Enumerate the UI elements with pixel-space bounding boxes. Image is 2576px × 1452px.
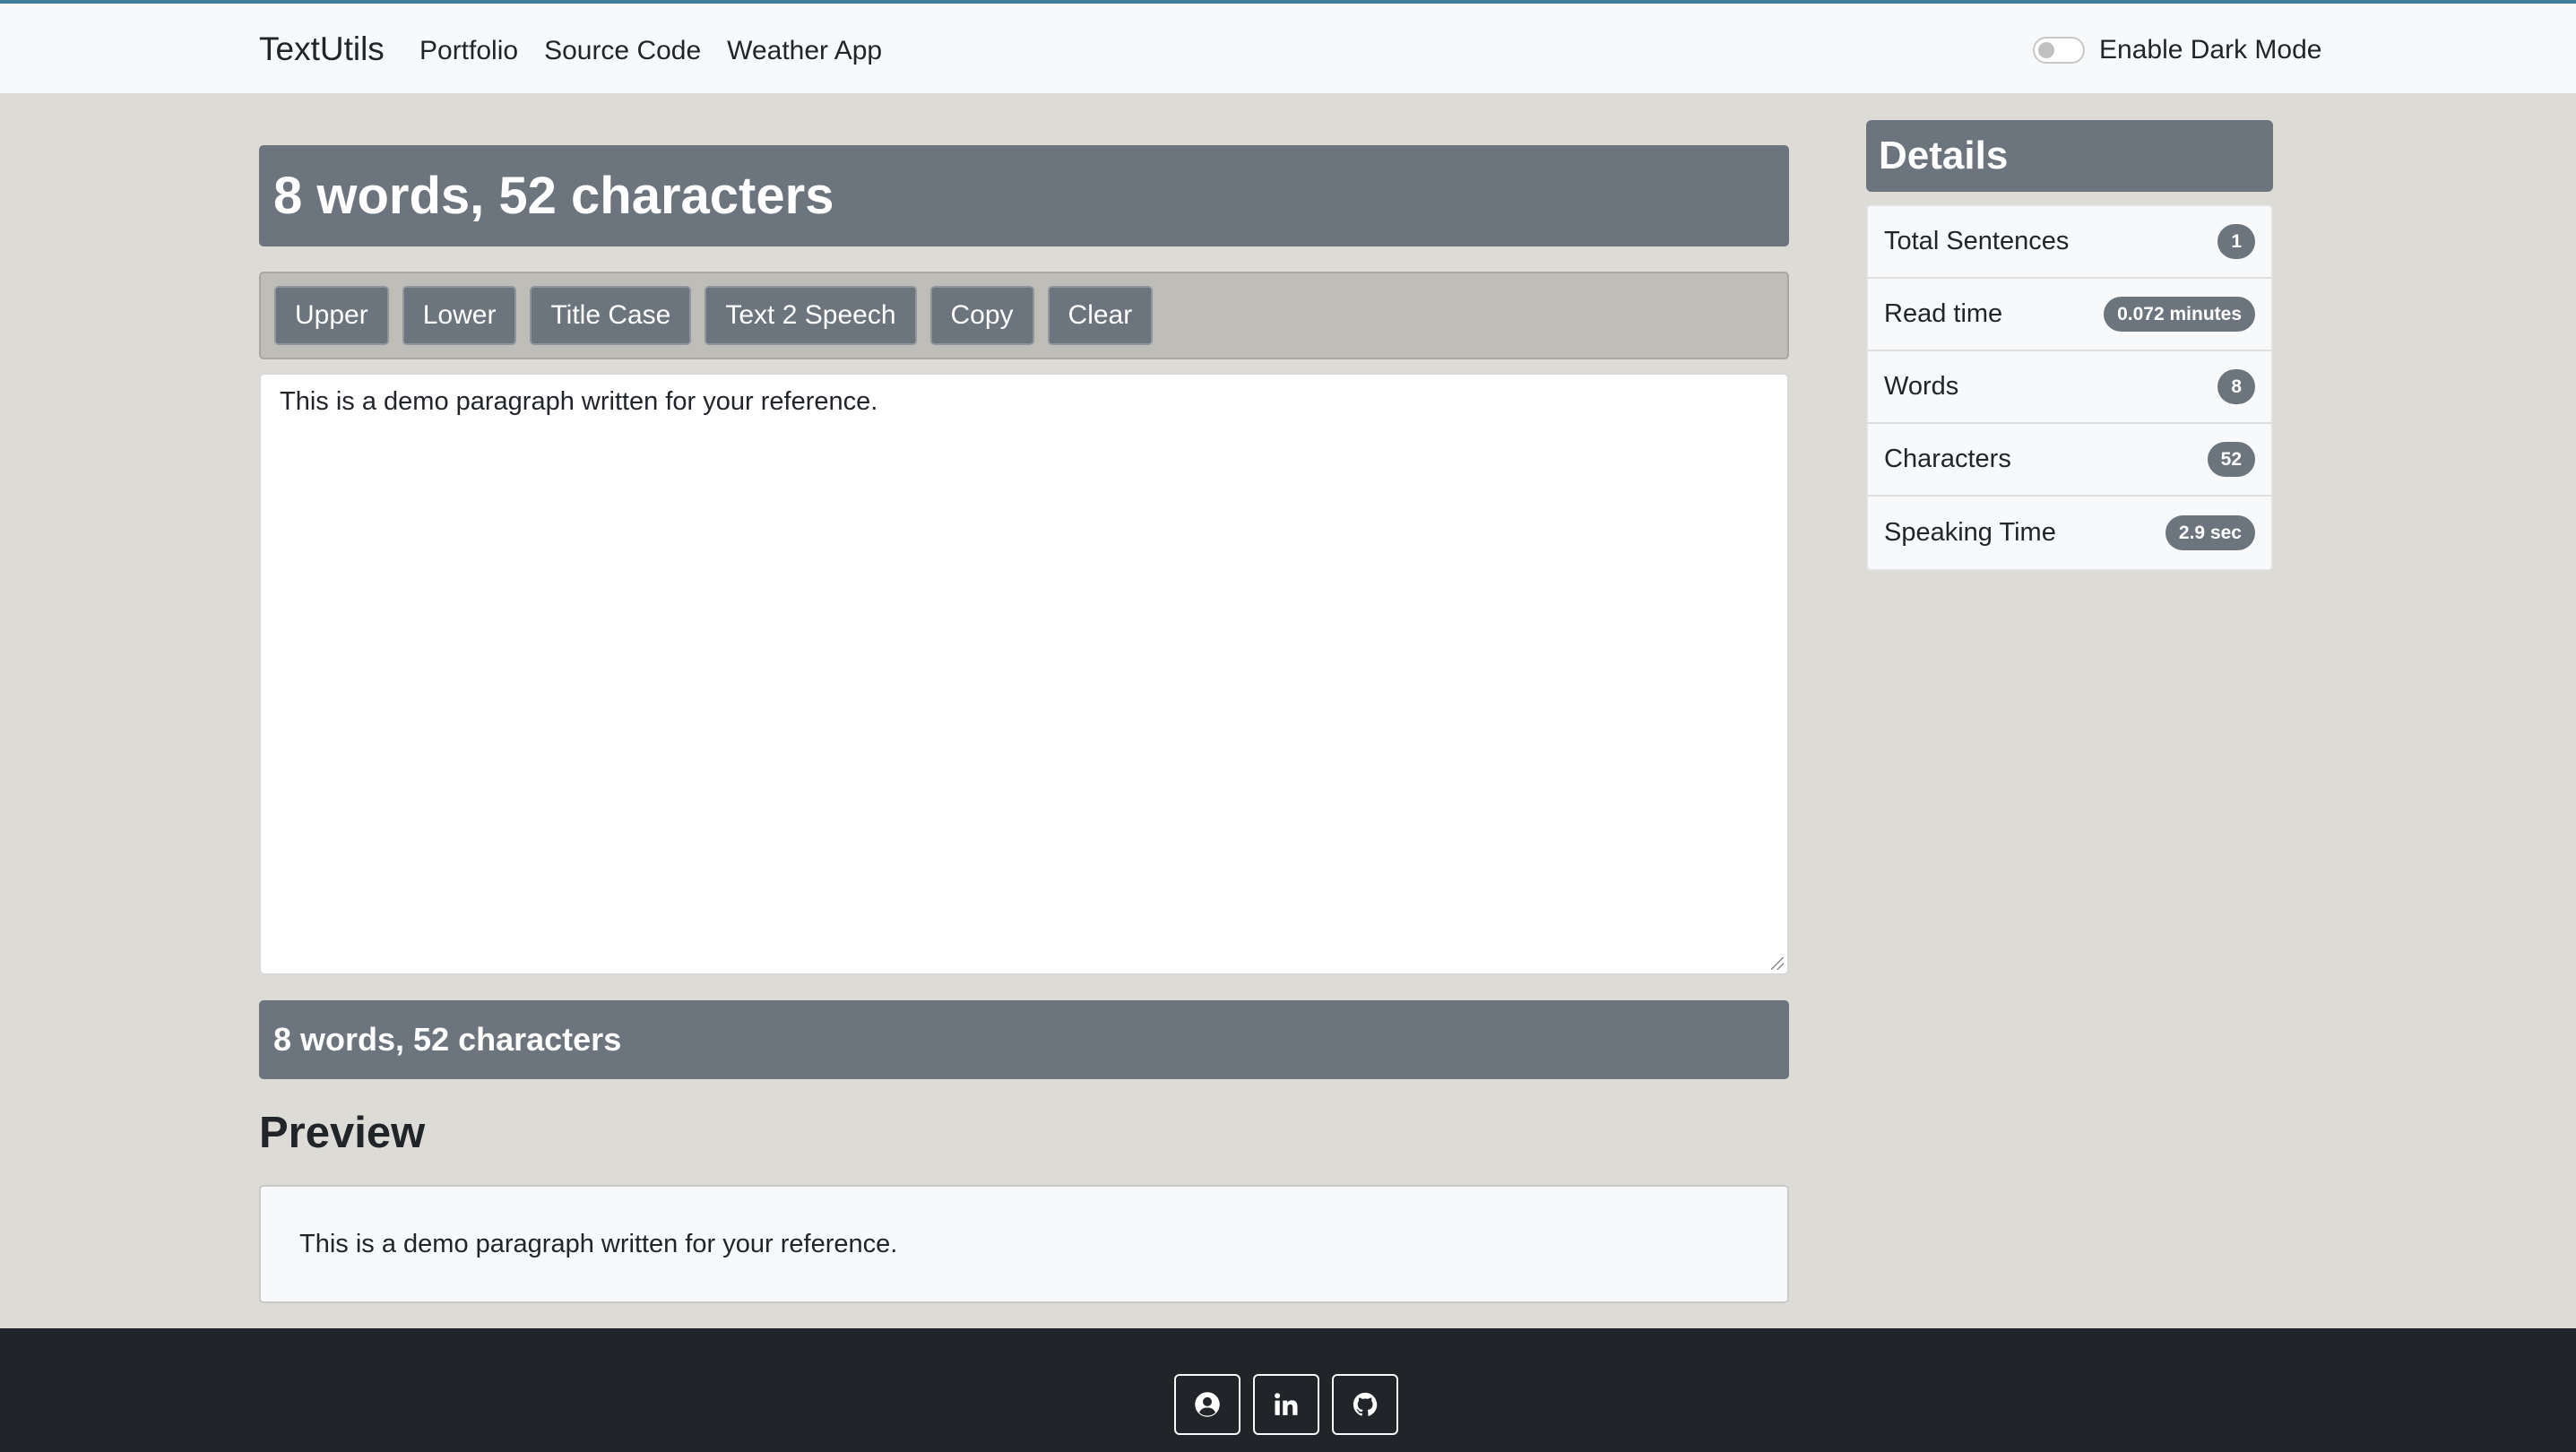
preview-heading: Preview: [259, 1109, 426, 1157]
summary-text: 8 words, 52 characters: [273, 1021, 622, 1058]
text-input-area[interactable]: This is a demo paragraph written for you…: [259, 373, 1789, 975]
brand-logo[interactable]: TextUtils: [259, 30, 385, 68]
details-row-characters: Characters 52: [1868, 424, 2271, 497]
nav-link-weather-app[interactable]: Weather App: [727, 36, 882, 66]
dark-mode-switch[interactable]: [2033, 37, 2085, 64]
text-input-value[interactable]: This is a demo paragraph written for you…: [280, 387, 877, 417]
count-badge: 8: [2217, 369, 2255, 404]
social-links: [1174, 1374, 1398, 1435]
details-row-words: Words 8: [1868, 351, 2271, 424]
dark-mode-toggle[interactable]: Enable Dark Mode: [2033, 35, 2321, 65]
toolbar: Upper Lower Title Case Text 2 Speech Cop…: [259, 272, 1789, 359]
text-to-speech-button[interactable]: Text 2 Speech: [705, 286, 917, 345]
linkedin-link-button[interactable]: [1253, 1374, 1319, 1435]
details-row-total-sentences: Total Sentences 1: [1868, 206, 2271, 279]
count-badge: 2.9 sec: [2165, 515, 2255, 550]
dark-mode-label[interactable]: Enable Dark Mode: [2099, 35, 2321, 65]
details-header: Details: [1866, 120, 2273, 192]
clear-button[interactable]: Clear: [1047, 286, 1154, 345]
portfolio-link-button[interactable]: [1174, 1374, 1240, 1435]
upper-button[interactable]: Upper: [274, 286, 389, 345]
nav-links: Portfolio Source Code Weather App: [419, 36, 882, 66]
count-badge: 0.072 minutes: [2104, 297, 2255, 332]
details-title: Details: [1879, 134, 2009, 177]
github-link-button[interactable]: [1332, 1374, 1398, 1435]
word-count-header: 8 words, 52 characters: [259, 145, 1789, 246]
page-title: 8 words, 52 characters: [273, 167, 834, 225]
github-icon: [1353, 1392, 1378, 1416]
count-badge: 1: [2217, 224, 2255, 259]
row-label: Total Sentences: [1884, 227, 2070, 255]
switch-knob: [2038, 42, 2054, 58]
details-row-speaking-time: Speaking Time 2.9 sec: [1868, 497, 2271, 569]
nav-link-source-code[interactable]: Source Code: [544, 36, 701, 66]
row-label: Speaking Time: [1884, 518, 2056, 547]
preview-box: This is a demo paragraph written for you…: [259, 1185, 1789, 1303]
title-case-button[interactable]: Title Case: [530, 286, 692, 345]
copy-button[interactable]: Copy: [929, 286, 1034, 345]
preview-text: This is a demo paragraph written for you…: [299, 1229, 898, 1258]
nav-link-portfolio[interactable]: Portfolio: [419, 36, 518, 66]
navbar: TextUtils Portfolio Source Code Weather …: [0, 0, 2576, 93]
resize-handle-icon[interactable]: [1771, 957, 1784, 970]
summary-bar: 8 words, 52 characters: [259, 1000, 1789, 1079]
user-circle-icon: [1195, 1392, 1220, 1417]
row-label: Characters: [1884, 445, 2011, 473]
linkedin-icon: [1275, 1393, 1298, 1415]
row-label: Read time: [1884, 299, 2003, 328]
count-badge: 52: [2207, 442, 2255, 477]
details-list: Total Sentences 1 Read time 0.072 minute…: [1866, 204, 2273, 571]
lower-button[interactable]: Lower: [402, 286, 517, 345]
footer: [0, 1328, 2576, 1452]
row-label: Words: [1884, 372, 1959, 401]
details-row-read-time: Read time 0.072 minutes: [1868, 279, 2271, 351]
